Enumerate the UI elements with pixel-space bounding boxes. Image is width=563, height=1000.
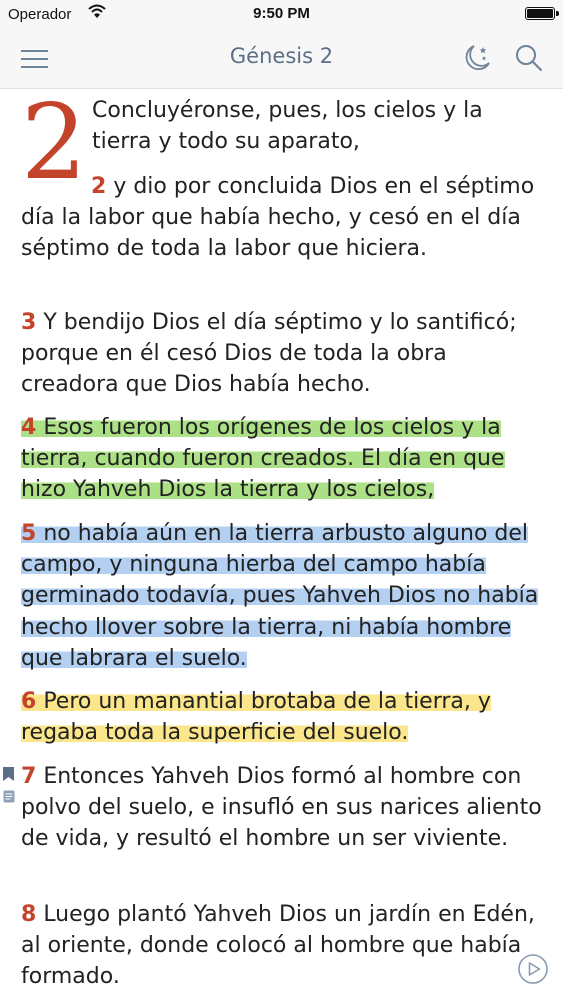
verse-2[interactable]: 2 y dio por concluida Dios en el séptimo… <box>21 171 546 265</box>
verse-4[interactable]: 4 Esos fueron los orígenes de los cielos… <box>21 412 546 506</box>
verse-text: Y bendijo Dios el día séptimo y lo santi… <box>21 310 517 398</box>
search-icon[interactable] <box>513 42 545 74</box>
verse-number: 4 <box>21 415 37 440</box>
verse-text: Entonces Yahveh Dios formó al hombre con… <box>21 764 542 852</box>
note-icon[interactable] <box>3 788 15 803</box>
verse-text: Pero un manantial brotaba de la tierra, … <box>21 689 491 746</box>
status-bar: Operador 9:50 PM <box>0 0 563 28</box>
navigation-bar: Génesis 2 <box>0 28 563 89</box>
verse-number: 7 <box>21 764 37 789</box>
verse-number: 8 <box>21 902 37 927</box>
verse-text: no había aún en la tierra arbusto alguno… <box>21 521 539 671</box>
verse-7[interactable]: 7 Entonces Yahveh Dios formó al hombre c… <box>21 761 546 855</box>
verse-6[interactable]: 6 Pero un manantial brotaba de la tierra… <box>21 686 546 748</box>
battery-icon <box>525 7 559 20</box>
verse-text: Luego plantó Yahveh Dios un jardín en Ed… <box>21 902 535 990</box>
verse-8[interactable]: 8 Luego plantó Yahveh Dios un jardín en … <box>21 899 546 993</box>
verse-text: Concluyéronse, pues, los cielos y la tie… <box>92 98 483 155</box>
verse-number: 5 <box>21 521 37 546</box>
verse-number: 2 <box>91 174 107 199</box>
bookmark-icon[interactable] <box>3 766 14 781</box>
status-time: 9:50 PM <box>253 5 310 22</box>
verse-5[interactable]: 5 no había aún en la tierra arbusto algu… <box>21 518 546 674</box>
verse-number: 6 <box>21 689 37 714</box>
verse-1[interactable]: Concluyéronse, pues, los cielos y la tie… <box>92 95 542 157</box>
chapter-drop-cap: 2 <box>20 81 88 203</box>
verse-3[interactable]: 3 Y bendijo Dios el día séptimo y lo san… <box>21 307 546 401</box>
play-audio-icon[interactable] <box>517 953 549 985</box>
moon-stars-icon[interactable] <box>461 42 493 74</box>
verse-number: 3 <box>21 310 37 335</box>
verse-text: Esos fueron los orígenes de los cielos y… <box>21 415 505 503</box>
